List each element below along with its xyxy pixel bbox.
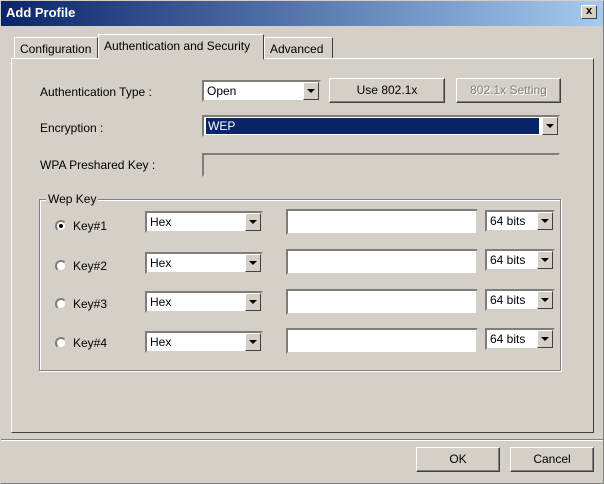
add-profile-dialog: Add Profile x Configuration Authenticati…: [0, 0, 604, 484]
title-bar: Add Profile x: [1, 1, 603, 26]
window-title: Add Profile: [6, 5, 76, 20]
tab-panel: [11, 58, 594, 433]
tab-configuration[interactable]: Configuration: [14, 37, 98, 59]
tab-authentication-and-security[interactable]: Authentication and Security: [98, 34, 264, 60]
ok-button[interactable]: OK: [416, 447, 500, 472]
cancel-button[interactable]: Cancel: [510, 447, 594, 472]
footer-separator: [1, 439, 603, 441]
close-button[interactable]: x: [581, 5, 597, 19]
close-icon: x: [585, 5, 593, 17]
tab-advanced[interactable]: Advanced: [264, 37, 333, 59]
